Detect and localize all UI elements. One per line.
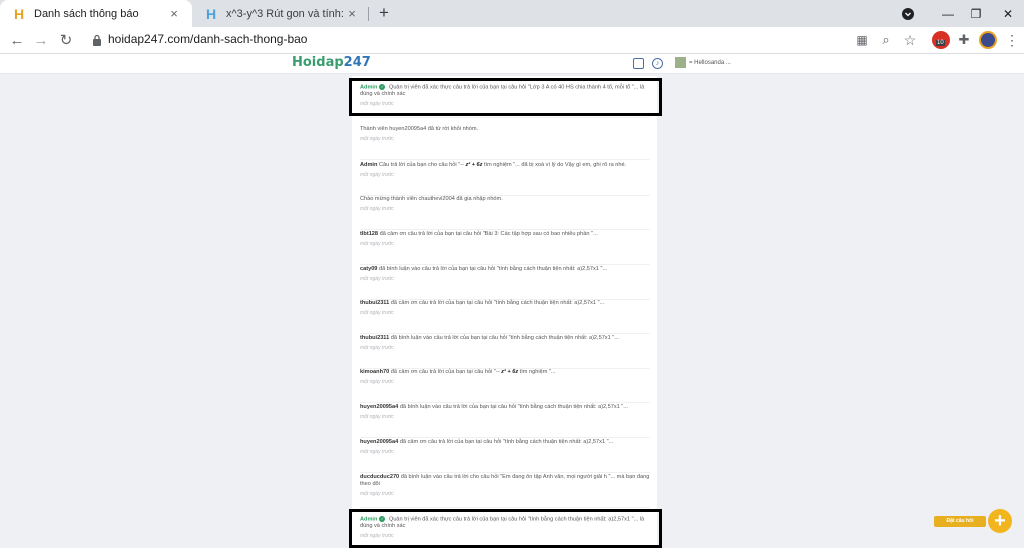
notification-item[interactable]: huyen20095a4 đã cảm ơn câu trả lời của b… xyxy=(360,439,650,473)
notification-text: đã bình luận vào câu trả lời cho câu hỏi… xyxy=(360,474,650,487)
logo-text: Hoidap xyxy=(292,55,344,70)
notification-actor: ducducduc270 xyxy=(360,474,400,480)
maximize-button[interactable]: ❐ xyxy=(960,0,992,27)
back-arrow-icon[interactable]: ← xyxy=(7,30,27,50)
notification-time: một ngày trước xyxy=(360,345,394,351)
notification-time: một ngày trước xyxy=(360,491,394,497)
username: = Hellosanda ... xyxy=(689,59,731,66)
notification-item[interactable]: ducducduc270 đã bình luận vào câu trả lờ… xyxy=(360,474,650,508)
page-content: Hoidap247 ♪ = Hellosanda ... Admin ✓ Quản… xyxy=(0,54,1024,548)
address-bar[interactable]: hoidap247.com/danh-sach-thong-bao xyxy=(84,29,846,51)
notification-text: đã bình luận vào câu trả lời của bạn tại… xyxy=(390,335,619,341)
notification-actor: caty09 xyxy=(360,266,378,272)
notification-text: tìm nghiệm "... xyxy=(518,369,556,375)
site-logo[interactable]: Hoidap247 xyxy=(292,55,371,70)
notification-actor: kimoanh70 xyxy=(360,369,390,375)
tab-separator xyxy=(368,7,369,21)
notification-text: đã cảm ơn câu trả lời của bạn tại câu hỏ… xyxy=(379,231,598,237)
zoom-icon[interactable]: ⌕ xyxy=(876,30,896,50)
notification-actor: huyen20095a4 xyxy=(360,404,399,410)
math-expression: z² + 6z xyxy=(465,162,483,168)
notification-item[interactable]: kimoanh70 đã cảm ơn câu trả lời của bạn … xyxy=(360,369,650,403)
notification-actor: tlbt128 xyxy=(360,231,379,237)
highlight-box xyxy=(349,78,662,116)
site-header: Hoidap247 ♪ = Hellosanda ... xyxy=(0,54,1024,74)
extension-icon[interactable]: 10 xyxy=(932,31,950,49)
notification-time: một ngày trước xyxy=(360,310,394,316)
notification-actor: Admin xyxy=(360,162,378,168)
lock-icon xyxy=(93,34,101,46)
math-expression: z² + 6z xyxy=(501,369,519,375)
close-window-button[interactable]: ✕ xyxy=(992,0,1024,27)
notification-text: đã cảm ơn câu trả lời của bạn tại câu hỏ… xyxy=(399,439,614,445)
hoidap-favicon-icon: H xyxy=(13,5,25,22)
notification-time: một ngày trước xyxy=(360,379,394,385)
tab-strip: H Danh sách thông báo × H x^3-y^3 Rút go… xyxy=(0,0,1024,27)
notification-text: Câu trả lời của bạn cho câu hỏi "-- xyxy=(378,162,466,168)
notification-item[interactable]: caty09 đã bình luận vào câu trả lời của … xyxy=(360,266,650,300)
extensions-puzzle-icon[interactable]: ✚ xyxy=(954,30,974,50)
browser-toolbar: ← → ↻ hoidap247.com/danh-sach-thong-bao … xyxy=(0,27,1024,54)
tab-question[interactable]: H x^3-y^3 Rút gon và tính: biết x-y × xyxy=(192,0,368,27)
notification-time: một ngày trước xyxy=(360,136,394,142)
extension-badge: 10 xyxy=(936,40,945,46)
avatar xyxy=(675,57,686,68)
notification-time: một ngày trước xyxy=(360,241,394,247)
bookmark-star-icon[interactable]: ☆ xyxy=(900,30,920,50)
notification-item[interactable]: Admin Câu trả lời của bạn cho câu hỏi "-… xyxy=(360,162,650,196)
tab-close-icon[interactable]: × xyxy=(166,6,182,21)
notification-time: một ngày trước xyxy=(360,276,394,282)
notification-text: đã cảm ơn câu trả lời của bạn tại câu hỏ… xyxy=(390,300,605,306)
add-question-fab[interactable]: + xyxy=(988,509,1012,533)
notification-item[interactable]: Chào mừng thành viên chauthevi2004 đã gi… xyxy=(360,196,650,230)
chat-icon[interactable] xyxy=(633,58,644,69)
notification-text: tìm nghiệm "... đã bị xoá vì lý do Vậy g… xyxy=(482,162,627,168)
notification-text: Chào mừng thành viên chauthevi2004 đã gi… xyxy=(360,196,503,202)
tab-title: Danh sách thông báo xyxy=(34,7,139,20)
notification-item[interactable]: tlbt128 đã cảm ơn câu trả lời của bạn tạ… xyxy=(360,231,650,265)
menu-kebab-icon[interactable]: ⋮ xyxy=(1002,30,1022,50)
notification-item[interactable]: huyen20095a4 đã bình luận vào câu trả lờ… xyxy=(360,404,650,438)
notification-item[interactable]: Thành viên huyen20095a4 đã từ rời khỏi n… xyxy=(360,126,650,160)
notification-text: Thành viên huyen20095a4 đã từ rời khỏi n… xyxy=(360,126,479,132)
notification-actor: huyen20095a4 xyxy=(360,439,399,445)
forward-arrow-icon[interactable]: → xyxy=(31,30,51,50)
profile-dropdown-icon[interactable] xyxy=(898,0,918,27)
notification-item[interactable]: thubui2311 đã bình luận vào câu trả lời … xyxy=(360,335,650,369)
tab-close-icon[interactable]: × xyxy=(344,6,360,21)
profile-avatar[interactable] xyxy=(979,31,997,49)
qr-code-icon[interactable]: ▦ xyxy=(852,30,872,50)
url-text: hoidap247.com/danh-sach-thong-bao xyxy=(108,32,308,46)
user-menu[interactable]: = Hellosanda ... xyxy=(675,57,731,68)
bell-icon[interactable]: ♪ xyxy=(652,58,663,69)
tab-notifications[interactable]: H Danh sách thông báo × xyxy=(0,0,192,27)
notification-time: một ngày trước xyxy=(360,414,394,420)
hoidap-favicon-icon: H xyxy=(205,5,217,22)
notification-time: một ngày trước xyxy=(360,206,394,212)
notification-text: đã bình luận vào câu trả lời của bạn tại… xyxy=(399,404,628,410)
ask-question-button[interactable]: Đặt câu hỏi xyxy=(934,516,986,527)
logo-number: 247 xyxy=(343,55,371,70)
notification-list: Admin ✓ Quản trị viên đã xác thực câu trả… xyxy=(352,76,657,548)
notification-actor: thubui2311 xyxy=(360,300,390,306)
new-tab-button[interactable]: + xyxy=(374,3,394,23)
highlight-box xyxy=(349,509,662,548)
reload-icon[interactable]: ↻ xyxy=(56,30,76,50)
tab-title: x^3-y^3 Rút gon và tính: biết x-y xyxy=(226,7,344,20)
notification-time: một ngày trước xyxy=(360,449,394,455)
notification-item[interactable]: thubui2311 đã cảm ơn câu trả lời của bạn… xyxy=(360,300,650,334)
notification-text: đã bình luận vào câu trả lời của bạn tại… xyxy=(378,266,608,272)
notification-actor: thubui2311 xyxy=(360,335,390,341)
notification-time: một ngày trước xyxy=(360,172,394,178)
notification-text: đã cảm ơn câu trả lời của bạn tại câu hỏ… xyxy=(390,369,502,375)
